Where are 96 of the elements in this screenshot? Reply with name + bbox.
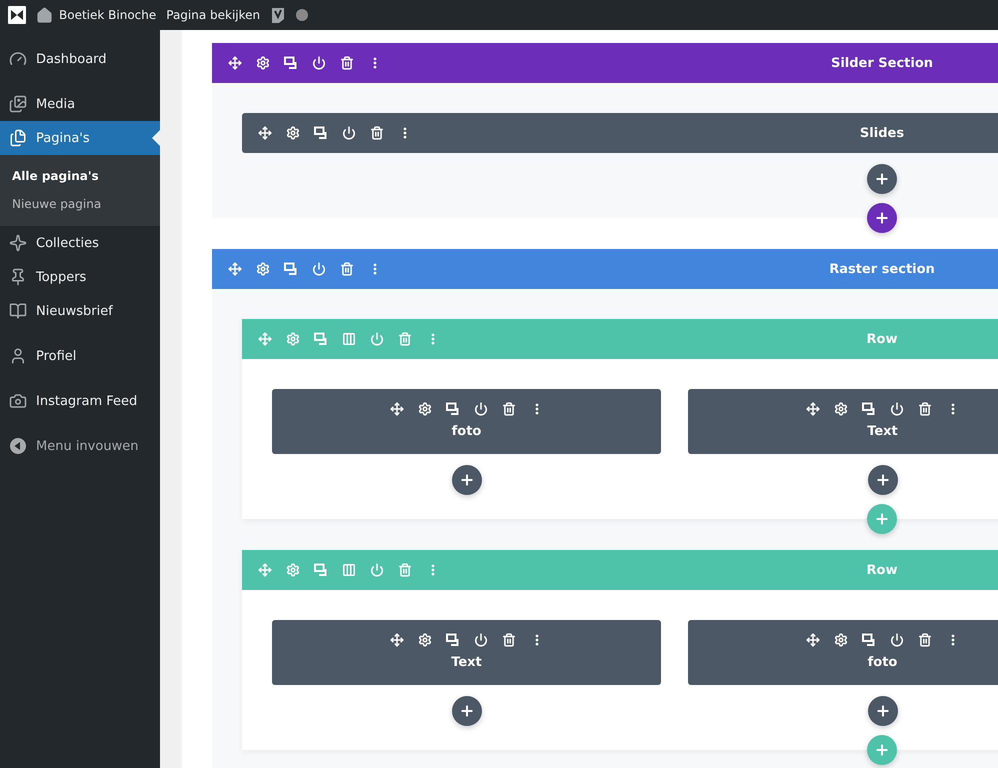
home-icon [36,6,53,24]
trash-icon [398,563,412,577]
plus-icon [874,171,890,187]
submenu-item[interactable]: Alle pagina's [0,162,160,190]
move-icon [390,633,404,647]
submenu-item[interactable]: Nieuwe pagina [0,190,160,218]
move-icon [390,402,404,416]
move-icon [228,262,242,276]
module-title: Text [867,424,898,439]
plus-icon [458,703,474,719]
pin-icon [9,268,27,286]
power-icon [370,332,384,346]
settings-icon [286,332,300,346]
power-icon [890,402,904,416]
duplicate-icon [446,633,460,647]
trash-icon [502,402,516,416]
images-icon [9,95,27,113]
add-module-button[interactable] [452,696,482,726]
gauge-icon [9,50,27,68]
sidebar-item[interactable]: Toppers [0,260,160,294]
sidebar-item[interactable]: Dashboard [0,42,160,76]
section-title: Silder Section [830,56,934,70]
duplicate-icon [314,126,328,140]
sidebar-item[interactable]: Pagina's [0,121,160,155]
settings-icon [286,126,300,140]
move-icon [228,56,242,70]
move-icon [806,402,820,416]
settings-icon [418,402,432,416]
row-title: Row [866,332,898,346]
duplicate-icon [314,332,328,346]
settings-icon [834,633,848,647]
site-link[interactable]: Boetiek Binoche [36,6,156,24]
trash-icon [918,402,932,416]
power-icon [474,633,488,647]
duplicate-icon [284,56,298,70]
pages-icon [9,129,27,147]
trash-icon [370,126,384,140]
logo-icon [8,6,26,24]
plus-icon [874,210,890,226]
collapse-menu-button[interactable]: Menu invouwen [0,429,160,463]
module-title: Slides [860,126,904,140]
add-section-button[interactable] [867,203,897,233]
duplicate-icon [862,402,876,416]
plus-icon [874,703,890,719]
move-icon [258,332,272,346]
collapse-icon [9,437,27,455]
sidebar-item[interactable]: Media [0,87,160,121]
duplicate-icon [314,563,328,577]
move-icon [258,563,272,577]
settings-icon [286,563,300,577]
move-icon [806,633,820,647]
columns-icon [342,332,356,346]
power-icon [342,126,356,140]
duplicate-icon [446,402,460,416]
duplicate-icon [862,633,876,647]
power-icon [474,402,488,416]
row-title: Row [866,562,898,578]
plus-icon [874,742,890,758]
settings-icon [256,56,270,70]
columns-icon [342,563,356,577]
section-title: Raster section [829,262,935,276]
duplicate-icon [284,262,298,276]
power-icon [312,262,326,276]
trash-icon [502,633,516,647]
settings-icon [256,262,270,276]
add-module-button[interactable] [868,696,898,726]
user-icon [9,347,27,365]
sidebar-item[interactable]: Instagram Feed [0,384,160,418]
trash-icon [918,633,932,647]
sidebar-item[interactable]: Collecties [0,226,160,260]
view-page-link[interactable]: Pagina bekijken [166,8,260,22]
sparkle-icon [9,234,27,252]
power-icon [370,563,384,577]
module-title: foto [452,424,482,439]
plus-icon [874,472,890,488]
trash-icon [340,262,354,276]
module-title: Text [451,655,482,670]
move-icon [258,126,272,140]
trash-icon [340,56,354,70]
sidebar-item[interactable]: Nieuwsbrief [0,294,160,328]
plus-icon [874,511,890,527]
add-module-button[interactable] [452,465,482,495]
add-module-button[interactable] [867,164,897,194]
power-icon [312,56,326,70]
camera-icon [9,392,27,410]
trash-icon [398,332,412,346]
status-dot-icon [296,9,308,21]
seo-plugin-icon [270,6,286,24]
power-icon [890,633,904,647]
add-module-button[interactable] [868,465,898,495]
settings-icon [418,633,432,647]
module-title: foto [868,655,898,670]
book-icon [9,302,27,320]
sidebar-item[interactable]: Profiel [0,339,160,373]
plus-icon [458,472,474,488]
settings-icon [834,402,848,416]
